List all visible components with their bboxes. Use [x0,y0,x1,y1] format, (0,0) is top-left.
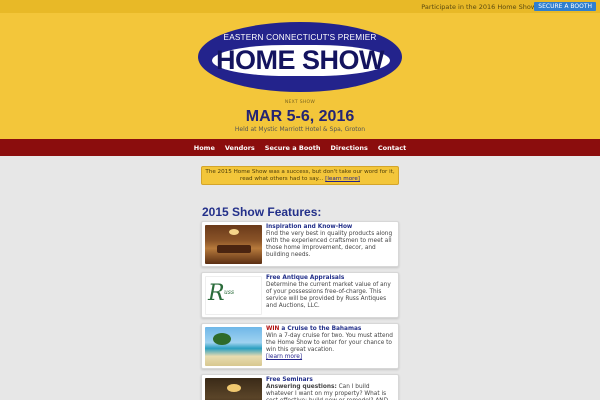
main-nav: Home Vendors Secure a Booth Directions C… [0,139,600,156]
pendant-light-shape [229,229,239,235]
notice-line-2: read what others had to say... [learn mo… [202,176,398,183]
card-subtitle: Answering questions: [266,384,337,390]
nav-home[interactable]: Home [194,144,215,152]
next-show-label: NEXT SHOW [284,100,316,105]
card-body: Inspiration and Know-How Find the very b… [266,224,394,259]
table-shape [217,245,251,253]
kitchen-image [205,225,262,264]
russ-logo-letter: R [208,281,225,306]
logo-tagline: EASTERN CONNECTICUT'S PREMIER [223,33,377,42]
venue-text: Held at Mystic Marriott Hotel & Spa, Gro… [0,126,600,133]
nav-secure-booth[interactable]: Secure a Booth [265,144,321,152]
feature-card-seminars: Free Seminars Answering questions: Can I… [201,374,399,400]
beach-image [205,327,262,366]
card-body: Free Antique Appraisals Determine the cu… [266,275,394,310]
nav-directions[interactable]: Directions [331,144,368,152]
card-text: Win a 7-day cruise for two. You must att… [266,333,393,353]
card-text: Answering questions: Can I build whateve… [266,384,394,400]
features-title: 2015 Show Features: [202,205,322,219]
lamp-shape [227,384,241,392]
secure-booth-button[interactable]: SECURE A BOOTH [534,2,596,11]
nav-vendors[interactable]: Vendors [225,144,255,152]
card-title: Free Antique Appraisals [266,275,345,281]
feature-card-appraisals: R uss Free Antique Appraisals Determine … [201,272,399,318]
top-bar: Participate in the 2016 Home Show: SECUR… [0,0,600,13]
notice-line-1: The 2015 Home Show was a success, but do… [205,169,395,175]
cruise-learn-more-link[interactable]: [learn more] [266,354,394,361]
russ-logo-text: uss [224,289,235,296]
seminar-image [205,378,262,400]
card-body: WIN a Cruise to the Bahamas Win a 7-day … [266,326,394,361]
success-notice: The 2015 Home Show was a success, but do… [201,166,399,185]
card-text: Find the very best in quality products a… [266,231,393,258]
logo-name: HOME SHOW [216,45,385,75]
card-title: Inspiration and Know-How [266,224,353,230]
win-label: WIN [266,326,280,332]
palm-tree-shape [213,333,231,345]
promo-text: Participate in the 2016 Home Show: [421,3,538,11]
feature-card-cruise: WIN a Cruise to the Bahamas Win a 7-day … [201,323,399,369]
card-title: Free Seminars [266,377,313,383]
show-dates: MAR 5-6, 2016 [245,108,355,125]
card-body: Free Seminars Answering questions: Can I… [266,377,394,400]
nav-contact[interactable]: Contact [378,144,406,152]
site-header: EASTERN CONNECTICUT'S PREMIER HOME SHOW … [0,13,600,139]
card-text: Determine the current market value of an… [266,282,391,309]
russ-antiques-logo: R uss [205,276,262,315]
venue-name: Held at Mystic Marriott [234,126,304,133]
notice-learn-more-link[interactable]: [learn more] [325,176,360,182]
card-title: WIN a Cruise to the Bahamas [266,326,394,333]
notice-line-2-text: read what others had to say... [240,176,324,182]
feature-card-inspiration: Inspiration and Know-How Find the very b… [201,221,399,267]
card-title-text: a Cruise to the Bahamas [279,326,362,332]
venue-location: Hotel & Spa, Groton [305,126,366,133]
home-show-logo[interactable]: EASTERN CONNECTICUT'S PREMIER HOME SHOW [198,22,402,92]
